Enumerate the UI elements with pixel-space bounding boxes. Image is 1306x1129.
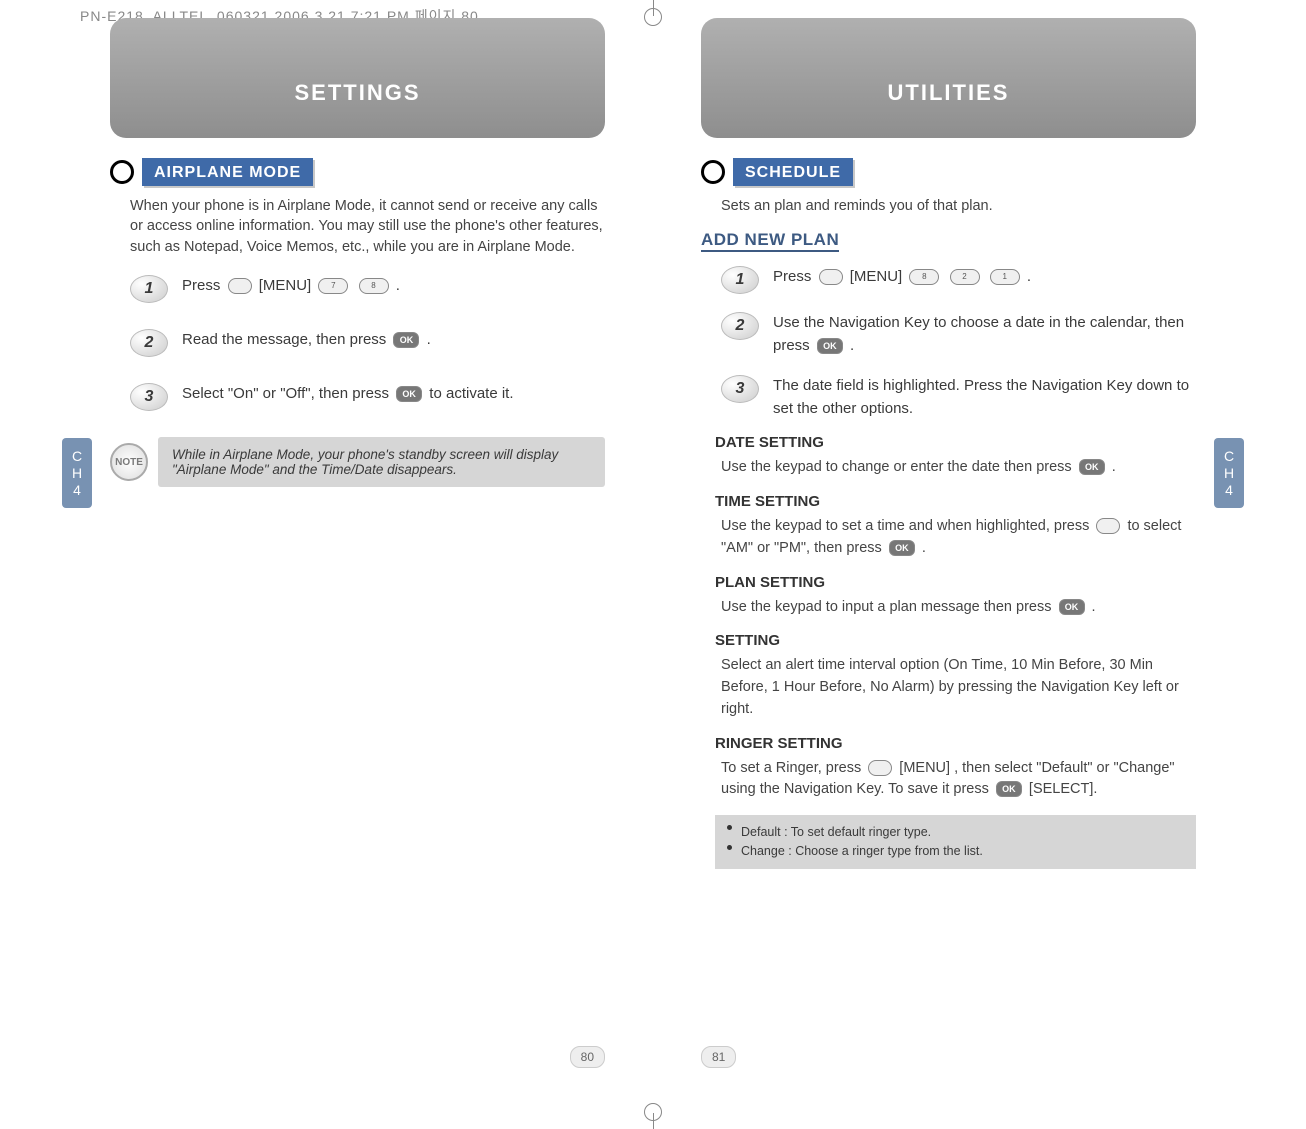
menu-key-icon xyxy=(868,760,892,776)
page-spread: SETTINGS AIRPLANE MODE When your phone i… xyxy=(0,18,1306,1078)
bullet-text: Change : Choose a ringer type from the l… xyxy=(741,842,1182,861)
intro-text: When your phone is in Airplane Mode, it … xyxy=(130,196,605,257)
page-number: 81 xyxy=(701,1046,736,1068)
step: 3 The date field is highlighted. Press t… xyxy=(721,375,1196,420)
bullet-icon xyxy=(701,160,725,184)
page-title: UTILITIES xyxy=(701,18,1196,138)
step-text: Press [MENU] 8 2 1 . xyxy=(773,266,1196,294)
step: 1 Press [MENU] 7 8 . xyxy=(130,275,605,303)
section-header: SCHEDULE xyxy=(701,158,1196,186)
menu-key-icon xyxy=(819,269,843,285)
text: . xyxy=(850,337,854,354)
text: Press xyxy=(773,268,816,285)
text: Read the message, then press xyxy=(182,331,390,348)
section-title: SCHEDULE xyxy=(733,158,853,186)
step-text: The date field is highlighted. Press the… xyxy=(773,375,1196,420)
note-icon: NOTE xyxy=(110,443,148,481)
key-2-icon: 2 xyxy=(950,269,980,285)
text: [MENU] xyxy=(850,268,903,285)
page-right: UTILITIES SCHEDULE Sets an plan and remi… xyxy=(653,18,1306,1078)
step: 1 Press [MENU] 8 2 1 . xyxy=(721,266,1196,294)
sub-heading: SETTING xyxy=(715,632,1196,649)
chapter-label: C H xyxy=(1214,448,1244,482)
text: Select "On" or "Off", then press xyxy=(182,385,393,402)
text: To set a Ringer, press xyxy=(721,760,865,776)
bullet-icon xyxy=(727,845,732,850)
paragraph: Use the keypad to input a plan message t… xyxy=(721,597,1196,619)
ok-key-icon: OK xyxy=(817,338,843,354)
paragraph: Select an alert time interval option (On… xyxy=(721,655,1196,720)
step-number: 1 xyxy=(721,266,759,294)
page-number: 80 xyxy=(570,1046,605,1068)
sub-heading: RINGER SETTING xyxy=(715,735,1196,752)
subheading: ADD NEW PLAN xyxy=(701,230,839,252)
text: Use the keypad to set a time and when hi… xyxy=(721,518,1093,534)
step: 2 Use the Navigation Key to choose a dat… xyxy=(721,312,1196,357)
section-title: AIRPLANE MODE xyxy=(142,158,313,186)
crop-mark xyxy=(644,1103,662,1121)
chapter-tab: C H 4 xyxy=(1214,438,1244,508)
text: Use the keypad to input a plan message t… xyxy=(721,599,1056,615)
step-text: Press [MENU] 7 8 . xyxy=(182,275,605,303)
note-text: While in Airplane Mode, your phone's sta… xyxy=(158,437,605,487)
text: . xyxy=(427,331,431,348)
step-text: Use the Navigation Key to choose a date … xyxy=(773,312,1196,357)
sub-heading: TIME SETTING xyxy=(715,493,1196,510)
step-number: 1 xyxy=(130,275,168,303)
text: . xyxy=(1027,268,1031,285)
text: Press xyxy=(182,277,225,294)
page-title: SETTINGS xyxy=(110,18,605,138)
chapter-number: 4 xyxy=(62,482,92,499)
ok-key-icon: OK xyxy=(1079,459,1105,475)
ok-key-icon: OK xyxy=(996,781,1022,797)
bullet-icon xyxy=(110,160,134,184)
paragraph: To set a Ringer, press [MENU] , then sel… xyxy=(721,758,1196,802)
intro-text: Sets an plan and reminds you of that pla… xyxy=(721,196,1196,216)
chapter-label: C H xyxy=(62,448,92,482)
paragraph: Use the keypad to change or enter the da… xyxy=(721,457,1196,479)
bullet-note: Default : To set default ringer type. Ch… xyxy=(715,815,1196,869)
note-box: NOTE While in Airplane Mode, your phone'… xyxy=(110,437,605,487)
bullet-icon xyxy=(727,825,732,830)
text: . xyxy=(396,277,400,294)
step-number: 2 xyxy=(721,312,759,340)
step-text: Select "On" or "Off", then press OK to a… xyxy=(182,383,605,411)
step-number: 2 xyxy=(130,329,168,357)
ok-key-icon: OK xyxy=(393,332,419,348)
text: [MENU] xyxy=(899,760,950,776)
page-left: SETTINGS AIRPLANE MODE When your phone i… xyxy=(0,18,653,1078)
step-number: 3 xyxy=(130,383,168,411)
text: [MENU] xyxy=(259,277,312,294)
key-8-icon: 8 xyxy=(359,278,389,294)
key-8-icon: 8 xyxy=(909,269,939,285)
step-number: 3 xyxy=(721,375,759,403)
menu-key-icon xyxy=(228,278,252,294)
paragraph: Use the keypad to set a time and when hi… xyxy=(721,516,1196,560)
sub-heading: PLAN SETTING xyxy=(715,574,1196,591)
chapter-number: 4 xyxy=(1214,482,1244,499)
ok-key-icon: OK xyxy=(1059,599,1085,615)
ok-key-icon: OK xyxy=(396,386,422,402)
sub-heading: DATE SETTING xyxy=(715,434,1196,451)
step: 3 Select "On" or "Off", then press OK to… xyxy=(130,383,605,411)
ok-key-icon: OK xyxy=(889,540,915,556)
key-7-icon: 7 xyxy=(318,278,348,294)
chapter-tab: C H 4 xyxy=(62,438,92,508)
text: [SELECT]. xyxy=(1029,781,1098,797)
key-1-icon: 1 xyxy=(990,269,1020,285)
text: Use the keypad to change or enter the da… xyxy=(721,459,1076,475)
text: to activate it. xyxy=(429,385,513,402)
bullet-text: Default : To set default ringer type. xyxy=(741,823,1182,842)
menu-key-icon xyxy=(1096,518,1120,534)
step: 2 Read the message, then press OK . xyxy=(130,329,605,357)
section-header: AIRPLANE MODE xyxy=(110,158,605,186)
step-text: Read the message, then press OK . xyxy=(182,329,605,357)
